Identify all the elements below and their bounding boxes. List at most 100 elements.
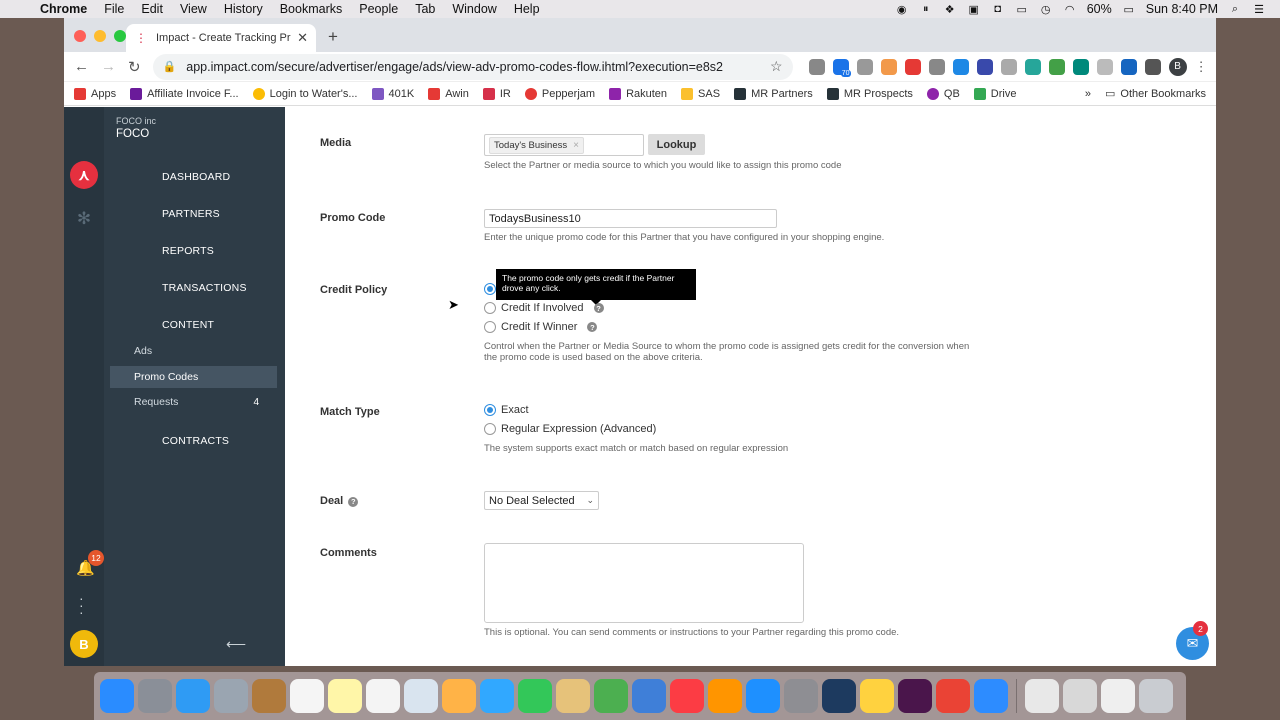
control-center-icon[interactable]: ☰ [1252, 3, 1266, 16]
more-bookmarks-button[interactable]: » [1085, 88, 1091, 100]
bi-icon[interactable]: ▣ [967, 3, 981, 16]
close-tab-icon[interactable]: ✕ [297, 30, 308, 46]
slack-icon[interactable] [898, 679, 932, 713]
record-icon[interactable]: ◉ [895, 3, 909, 16]
nav-content[interactable]: CONTENT [162, 319, 214, 331]
extension-icon[interactable] [928, 58, 945, 75]
bookmark-apps[interactable]: Apps [74, 87, 116, 100]
clock[interactable]: Sun 8:40 PM [1146, 2, 1218, 16]
forward-button[interactable]: → [101, 58, 116, 75]
menu-window[interactable]: Window [452, 2, 496, 16]
extension-icon[interactable] [1072, 58, 1089, 75]
nav-dashboard[interactable]: DASHBOARD [162, 171, 230, 183]
impact-logo-icon[interactable]: ⋏ [70, 161, 98, 189]
nav-partners[interactable]: PARTNERS [162, 208, 220, 220]
extension-icon[interactable] [1096, 58, 1113, 75]
reload-button[interactable]: ↻ [128, 58, 141, 76]
maps-icon[interactable] [404, 679, 438, 713]
org-name[interactable]: FOCO [116, 128, 149, 140]
battery-icon[interactable]: ▭ [1122, 3, 1136, 16]
secondary-app-icon[interactable]: ✻ [74, 209, 94, 229]
reminders-icon[interactable] [366, 679, 400, 713]
clock-icon[interactable]: ◷ [1039, 3, 1053, 16]
zoom-window-button[interactable] [114, 30, 126, 42]
pause-icon[interactable]: ⏸ [919, 3, 933, 15]
airplay-icon[interactable]: ▭ [1015, 3, 1029, 16]
pages-icon[interactable] [556, 679, 590, 713]
bookmark-item[interactable]: Affiliate Invoice F... [130, 87, 239, 100]
nav-requests[interactable]: Requests 4 [110, 391, 277, 413]
match-option-exact[interactable]: Exact [484, 404, 529, 416]
chrome-icon[interactable] [936, 679, 970, 713]
numbers-icon[interactable] [594, 679, 628, 713]
bookmark-item[interactable]: MR Partners [734, 87, 813, 100]
close-window-button[interactable] [74, 30, 86, 42]
extension-icon[interactable]: 70 [832, 58, 851, 77]
credit-option-involved[interactable]: Credit If Involved? [484, 302, 604, 314]
lookup-button[interactable]: Lookup [648, 134, 705, 155]
recent-window-icon[interactable] [1025, 679, 1059, 713]
bookmark-item[interactable]: Rakuten [609, 87, 667, 100]
spotlight-icon[interactable]: ⌕ [1228, 3, 1242, 15]
messages-icon[interactable] [480, 679, 514, 713]
quicktime-icon[interactable] [822, 679, 856, 713]
extension-icon[interactable] [1120, 58, 1137, 75]
menu-tab[interactable]: Tab [415, 2, 435, 16]
preview-icon[interactable] [214, 679, 248, 713]
match-option-regex[interactable]: Regular Expression (Advanced) [484, 423, 656, 435]
comments-textarea[interactable] [484, 543, 804, 623]
music-icon[interactable] [670, 679, 704, 713]
menu-people[interactable]: People [359, 2, 398, 16]
menu-app[interactable]: Chrome [40, 2, 87, 16]
more-vertical-icon[interactable]: · · · [79, 591, 84, 619]
camera-extension-icon[interactable] [856, 58, 873, 75]
nav-ads[interactable]: Ads [110, 340, 277, 362]
menu-edit[interactable]: Edit [141, 2, 163, 16]
safari-icon[interactable] [176, 679, 210, 713]
credit-option-winner[interactable]: Credit If Winner? [484, 321, 598, 333]
facetime-icon[interactable] [518, 679, 552, 713]
profile-avatar[interactable]: B [1168, 57, 1187, 76]
radio-button[interactable] [484, 423, 496, 435]
camera-icon[interactable]: ◘ [991, 3, 1005, 15]
bookmark-item[interactable]: IR [482, 87, 511, 100]
back-button[interactable]: ← [74, 58, 89, 75]
extension-icon[interactable] [904, 58, 921, 75]
nav-promo-codes[interactable]: Promo Codes [110, 366, 277, 388]
contacts-icon[interactable] [252, 679, 286, 713]
finder-icon[interactable] [100, 679, 134, 713]
menu-help[interactable]: Help [514, 2, 540, 16]
bookmark-item[interactable]: Drive [973, 87, 1016, 100]
bookmark-item[interactable]: Awin [428, 87, 469, 100]
help-icon[interactable]: ? [593, 303, 604, 313]
address-bar[interactable]: 🔒 app.impact.com/secure/advertiser/engag… [152, 53, 793, 80]
nav-transactions[interactable]: TRANSACTIONS [162, 282, 247, 294]
extension-icon[interactable] [1024, 58, 1041, 75]
minimize-window-button[interactable] [94, 30, 106, 42]
remove-tag-icon[interactable]: × [573, 140, 579, 151]
bookmark-item[interactable]: SAS [681, 87, 720, 100]
extension-icon[interactable] [976, 58, 993, 75]
cyberduck-icon[interactable] [860, 679, 894, 713]
system-preferences-icon[interactable] [784, 679, 818, 713]
url-text[interactable]: app.impact.com/secure/advertiser/engage/… [186, 60, 723, 74]
notes-icon[interactable] [328, 679, 362, 713]
radio-button[interactable] [484, 404, 496, 416]
calendar-icon[interactable] [290, 679, 324, 713]
bookmark-item[interactable]: Login to Water's... [252, 87, 358, 100]
browser-tab[interactable]: ⋮ Impact - Create Tracking Prom ✕ [126, 24, 316, 52]
photos-icon[interactable] [442, 679, 476, 713]
launchpad-icon[interactable] [138, 679, 172, 713]
nav-contracts[interactable]: CONTRACTS [162, 435, 229, 447]
bookmark-item[interactable]: Pepperjam [524, 87, 595, 100]
bookmark-item[interactable]: MR Prospects [826, 87, 913, 100]
extension-icon[interactable] [1048, 58, 1065, 75]
media-input[interactable]: Today's Business × [484, 134, 644, 156]
wifi-icon[interactable]: ◠ [1063, 3, 1077, 16]
extension-icon[interactable] [1000, 58, 1017, 75]
keynote-icon[interactable] [632, 679, 666, 713]
menu-view[interactable]: View [180, 2, 207, 16]
bookmark-item[interactable]: QB [926, 87, 960, 100]
bookmark-item[interactable]: 401K [371, 87, 414, 100]
user-avatar[interactable]: B [70, 630, 98, 658]
